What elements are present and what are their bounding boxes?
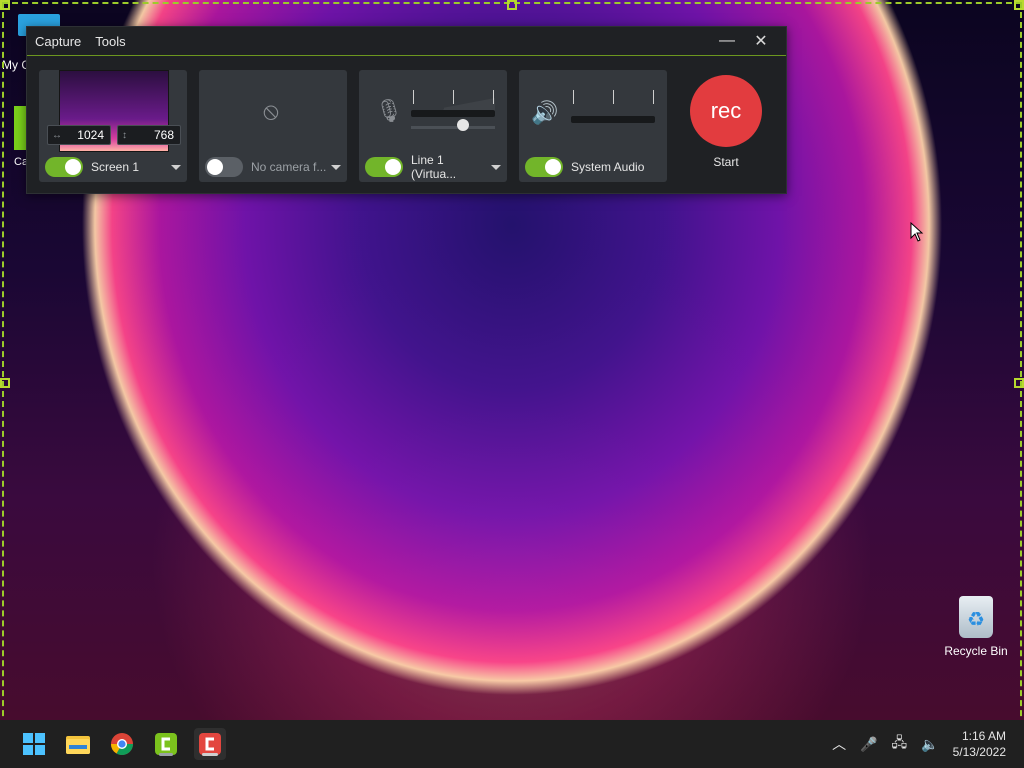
mic-volume-track[interactable] <box>411 126 495 129</box>
chrome-icon[interactable] <box>106 728 138 760</box>
mic-dropdown-icon[interactable] <box>491 164 501 170</box>
running-indicator <box>159 753 173 756</box>
resize-handle[interactable] <box>0 0 10 10</box>
title-accent-line <box>27 55 786 56</box>
system-tray: ︿ 🎤 🖧 🔈 1:16 AM 5/13/2022 <box>832 728 1024 760</box>
chevron-up-icon[interactable]: ︿ <box>832 734 846 754</box>
recycle-bin-icon <box>959 596 993 638</box>
clock-time: 1:16 AM <box>961 729 1006 743</box>
microphone-panel: 🎙 Line 1 (Virtua... <box>359 70 507 182</box>
camera-label: No camera f... <box>251 160 327 174</box>
meter-tick <box>413 90 414 104</box>
microphone-icon: 🎙 <box>375 98 403 123</box>
menu-tools[interactable]: Tools <box>95 34 125 49</box>
volume-icon[interactable]: 🔈 <box>921 736 938 753</box>
meter-tick <box>573 90 574 104</box>
record-area: rec Start <box>688 75 764 169</box>
meter-tick <box>493 90 494 104</box>
screen-panel: ↔ 1024 ↕ 768 Screen 1 <box>39 70 187 182</box>
screen-toggle[interactable] <box>45 157 83 177</box>
recycle-bin[interactable]: Recycle Bin <box>940 596 1012 658</box>
title-bar: Capture Tools — ✕ <box>27 27 786 55</box>
camera-panel: ⦸ No camera f... <box>199 70 347 182</box>
camera-toggle[interactable] <box>205 157 243 177</box>
width-field[interactable]: ↔ 1024 <box>47 125 111 145</box>
mic-level-bar <box>411 110 495 117</box>
start-windows-icon[interactable] <box>18 728 50 760</box>
record-button[interactable]: rec <box>690 75 762 147</box>
system-audio-toggle[interactable] <box>525 157 563 177</box>
screen-label: Screen 1 <box>91 160 140 174</box>
system-audio-panel: 🔊 System Audio <box>519 70 667 182</box>
height-arrows-icon: ↕ <box>122 129 127 141</box>
speaker-icon: 🔊 <box>531 100 559 125</box>
active-indicator <box>202 753 218 756</box>
meter-tick <box>653 90 654 104</box>
meter-tick <box>453 90 454 104</box>
minimize-icon[interactable]: — <box>710 32 744 50</box>
mic-volume-slider[interactable] <box>457 119 469 131</box>
start-label: Start <box>713 155 739 169</box>
network-icon[interactable]: 🖧 <box>892 732 908 756</box>
resize-handle[interactable] <box>0 378 10 388</box>
capture-window: Capture Tools — ✕ ↔ 1024 ↕ 768 Screen 1 <box>26 26 787 194</box>
close-icon[interactable]: ✕ <box>744 31 778 51</box>
height-field[interactable]: ↕ 768 <box>117 125 181 145</box>
menu-capture[interactable]: Capture <box>35 34 81 49</box>
camera-dropdown-icon[interactable] <box>331 164 341 170</box>
system-audio-label: System Audio <box>571 160 645 174</box>
mic-toggle[interactable] <box>365 157 403 177</box>
meter-tick <box>613 90 614 104</box>
microphone-tray-icon[interactable]: 🎤 <box>860 736 877 753</box>
resize-handle[interactable] <box>1014 0 1024 10</box>
system-audio-level-bar <box>571 116 655 123</box>
resize-handle[interactable] <box>1014 378 1024 388</box>
recycle-bin-label: Recycle Bin <box>944 644 1008 658</box>
camtasia-recorder-icon[interactable] <box>194 728 226 760</box>
mic-label: Line 1 (Virtua... <box>411 153 457 181</box>
resize-handle[interactable] <box>507 0 517 10</box>
screen-dropdown-icon[interactable] <box>171 164 181 170</box>
clock-date: 5/13/2022 <box>952 745 1006 759</box>
cursor-icon <box>910 222 924 242</box>
camera-off-icon: ⦸ <box>263 98 279 125</box>
width-arrows-icon: ↔ <box>52 129 62 141</box>
taskbar: ︿ 🎤 🖧 🔈 1:16 AM 5/13/2022 <box>0 720 1024 768</box>
width-value: 1024 <box>77 128 104 142</box>
file-explorer-icon[interactable] <box>62 728 94 760</box>
height-value: 768 <box>153 128 174 142</box>
camtasia-editor-icon[interactable] <box>150 728 182 760</box>
clock[interactable]: 1:16 AM 5/13/2022 <box>953 728 1006 760</box>
